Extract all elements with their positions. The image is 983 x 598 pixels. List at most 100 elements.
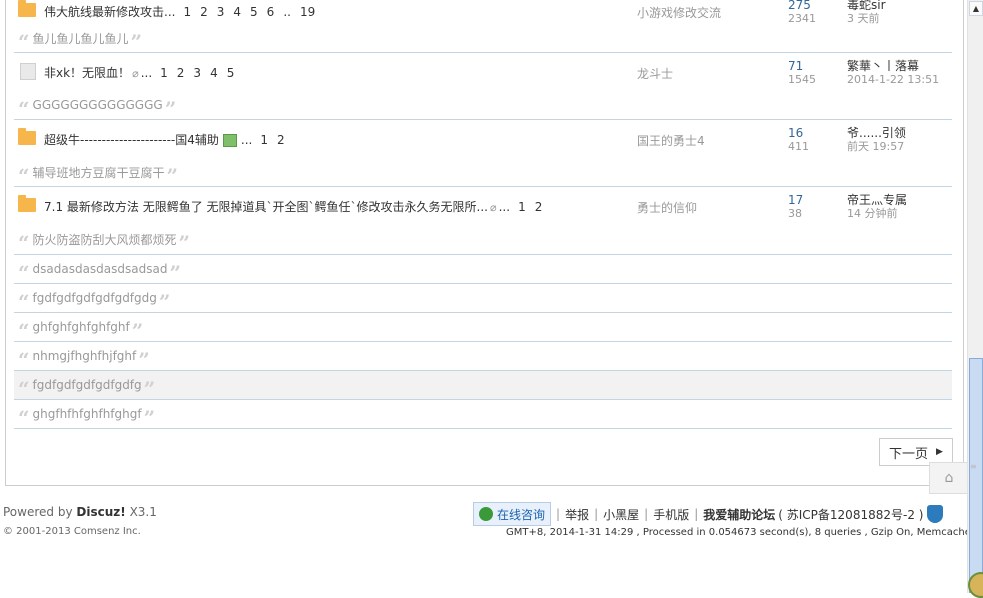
page-link[interactable]: 6 (267, 5, 275, 19)
page-link[interactable]: 3 (193, 66, 201, 80)
vertical-scrollbar[interactable]: ▲ (967, 0, 983, 593)
reply-count[interactable]: 275 (788, 0, 816, 12)
thread-row[interactable]: 7.1 最新修改方法 无限鳄鱼了 无限掉道具`开全图`鳄鱼任`修改攻击永久务无限… (14, 189, 952, 222)
last-post-time[interactable]: 前天 19:57 (847, 140, 906, 154)
thread-title-link[interactable]: 7.1 最新修改方法 无限鳄鱼了 无限掉道具`开全图`鳄鱼任`修改攻击永久务无限… (44, 200, 488, 214)
quote-close-icon: ” (169, 261, 181, 285)
page-link[interactable]: 2 (277, 133, 285, 147)
security-shield-icon[interactable] (927, 505, 944, 523)
quote-close-icon: ” (166, 164, 179, 188)
quote-open-icon: “ (18, 231, 30, 255)
last-page-link[interactable]: 19 (300, 5, 315, 19)
corner-widget-icon[interactable] (968, 572, 983, 598)
discuz-version: X3.1 (129, 505, 157, 519)
page-links: 1 2 3 4 5 6.. 19 (183, 5, 324, 19)
quote-row[interactable]: “dsadasdasdasdsadsad” (14, 254, 952, 283)
quote-close-icon: ” (143, 406, 156, 430)
thread-quote-row: “GGGGGGGGGGGGGG” (14, 91, 952, 120)
thread-title: 非xk！无限血！ ⌀... 1 2 3 4 5 (44, 64, 243, 81)
page-link[interactable]: 1 (183, 5, 191, 19)
last-poster-link[interactable]: 爷......引领 (847, 126, 906, 140)
site-name-link[interactable]: 我爱辅助论坛 (703, 506, 775, 523)
quote-open-icon: “ (18, 164, 30, 188)
quote-text: 鱼儿鱼儿鱼儿鱼儿 (32, 31, 129, 46)
scroll-up-icon[interactable]: ▲ (969, 1, 983, 16)
quote-close-icon: ” (143, 377, 156, 401)
last-poster-link[interactable]: 繁華丶丨落幕 (847, 59, 939, 73)
forum-link[interactable]: 勇士的信仰 (637, 199, 697, 216)
thread-quote: “防火防盗防刮大风烦都烦死” (18, 225, 190, 255)
quote-open-icon: “ (18, 97, 30, 121)
thread-title-link[interactable]: 非xk！无限血！ (44, 66, 130, 80)
forum-link[interactable]: 龙斗士 (637, 65, 673, 82)
back-to-top-icon[interactable]: ⌂ (929, 462, 969, 494)
quote-row[interactable]: “nhmgjfhghfhjfghf” (14, 341, 952, 370)
scrollbar-thumb[interactable] (969, 358, 983, 593)
page-link[interactable]: 3 (217, 5, 225, 19)
quote-text: GGGGGGGGGGGGGG (32, 98, 163, 112)
quote-open-icon: “ (18, 261, 30, 285)
last-poster-link[interactable]: 帝王灬专属 (847, 193, 907, 207)
quote-row[interactable]: “fgdfgdfgdfgdfgdfgdg” (14, 283, 952, 312)
folder-icon[interactable] (18, 195, 36, 212)
thread-counts: 71 1545 (788, 59, 816, 87)
quote: “dsadasdasdasdsadsad” (18, 255, 181, 283)
page-link[interactable]: 1 (160, 66, 168, 80)
thread-counts: 17 38 (788, 193, 803, 221)
reply-count[interactable]: 16 (788, 126, 809, 140)
chevron-right-icon: ▶ (936, 447, 943, 457)
view-count: 1545 (788, 73, 816, 86)
reply-count[interactable]: 17 (788, 193, 803, 207)
mobile-link[interactable]: 手机版 (653, 506, 689, 523)
quote-text: dsadasdasdasdsadsad (32, 262, 168, 276)
divider: | (644, 507, 649, 521)
thread-title-link[interactable]: 伟大航线最新修改攻击 (44, 5, 164, 19)
last-post-time[interactable]: 14 分钟前 (847, 207, 907, 221)
quote-row[interactable]: “ghfghfghfghfghf” (14, 312, 952, 341)
blacklist-link[interactable]: 小黑屋 (603, 506, 639, 523)
pages-ellipsis: ... (240, 133, 253, 147)
forum-link[interactable]: 国王的勇士4 (637, 132, 705, 149)
page-link[interactable]: 2 (535, 200, 543, 214)
thread-row[interactable]: 伟大航线最新修改攻击... 1 2 3 4 5 6.. 19 小游戏修改交流 275 2341 毒蛇s… (14, 0, 952, 27)
quote-close-icon: ” (158, 290, 171, 314)
attachment-icon: ⌀ (489, 201, 497, 214)
page-link[interactable]: 2 (177, 66, 185, 80)
report-link[interactable]: 举报 (565, 506, 589, 523)
thread-row[interactable]: 非xk！无限血！ ⌀... 1 2 3 4 5 龙斗士 71 1545 繁華丶丨落幕 2014-1-2… (14, 55, 952, 88)
folder-icon[interactable] (18, 0, 36, 17)
page-link[interactable]: 5 (250, 5, 258, 19)
thread-row[interactable]: 超级牛----------------------国4辅助... 1 2 国王的勇士4… (14, 122, 952, 155)
quote-text: 辅导班地方豆腐干豆腐干 (32, 165, 165, 180)
icp-link[interactable]: ( 苏ICP备12081882号-2 ) (778, 506, 923, 523)
folder-icon[interactable] (18, 128, 36, 145)
discuz-link[interactable]: Discuz! (76, 505, 125, 519)
quote-row[interactable]: “fgdfgdfgdfgdfgdfg” (14, 370, 952, 399)
page-link[interactable]: 5 (227, 66, 235, 80)
page-link[interactable]: 4 (233, 5, 241, 19)
last-post-time[interactable]: 2014-1-22 13:51 (847, 73, 939, 87)
page-link[interactable]: 4 (210, 66, 218, 80)
quote: “ghfghfghfghfghf” (18, 313, 143, 341)
powered-by: Powered by Discuz! X3.1 (3, 505, 157, 519)
page-link[interactable]: 1 (518, 200, 526, 214)
doc-icon[interactable] (20, 63, 36, 80)
thread-title-link[interactable]: 超级牛----------------------国4辅助 (44, 133, 219, 147)
forum-link[interactable]: 小游戏修改交流 (637, 4, 721, 21)
resize-grip-icon: ≡ (970, 462, 977, 471)
thread-counts: 275 2341 (788, 0, 816, 26)
divider: | (556, 507, 561, 521)
quote-row[interactable]: “ghgfhfhfghfhfghgf” (14, 399, 952, 429)
last-post: 帝王灬专属 14 分钟前 (847, 193, 907, 221)
thread-title: 7.1 最新修改方法 无限鳄鱼了 无限掉道具`开全图`鳄鱼任`修改攻击永久务无限… (44, 198, 551, 215)
online-consult-button[interactable]: 在线咨询 (473, 502, 552, 526)
reply-count[interactable]: 71 (788, 59, 816, 73)
page-link[interactable]: 1 (260, 133, 268, 147)
page-link[interactable]: 2 (200, 5, 208, 19)
quote-close-icon: ” (164, 97, 177, 121)
quote-text: nhmgjfhghfhjfghf (32, 349, 137, 363)
last-poster-link[interactable]: 毒蛇sir (847, 0, 886, 12)
image-attachment-icon (222, 134, 237, 147)
page-links: 12345 (160, 66, 243, 80)
quote-open-icon: “ (18, 348, 30, 372)
